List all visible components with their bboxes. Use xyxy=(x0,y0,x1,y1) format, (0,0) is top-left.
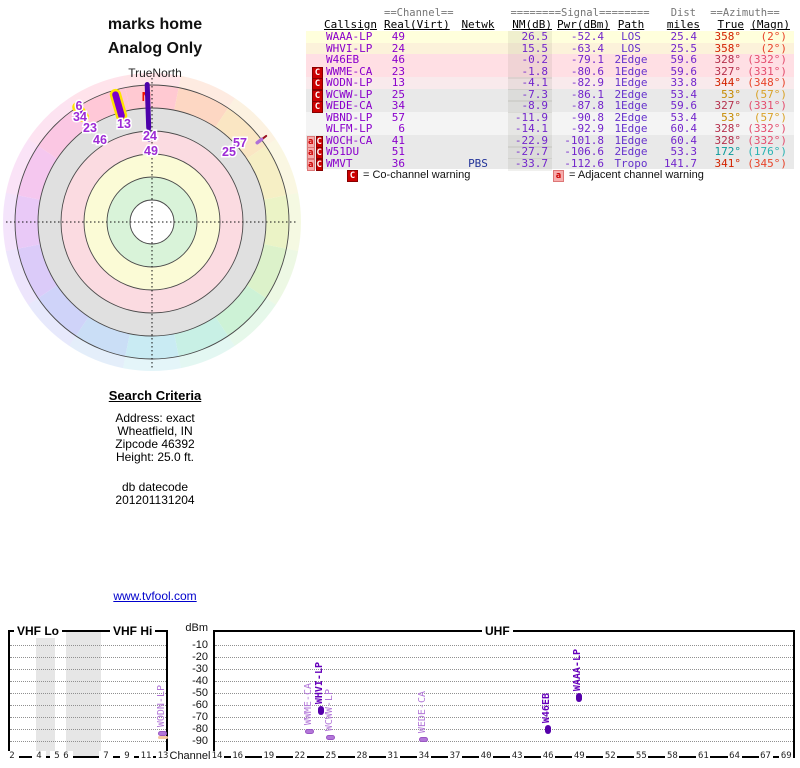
channel-axis-tick: 46 xyxy=(541,751,556,761)
gridline xyxy=(10,705,166,706)
vhf-hi-label: VHF Hi xyxy=(110,624,156,638)
gridline xyxy=(10,741,166,742)
channel-axis-tick: 2 xyxy=(5,751,19,761)
channel-axis-tick: 40 xyxy=(479,751,494,761)
signal-bar xyxy=(545,724,552,734)
dbm-axis-tick: -60 xyxy=(192,699,208,711)
channel-axis-tick: 13 xyxy=(156,751,170,761)
channel-axis-tick: 9 xyxy=(120,751,134,761)
uhf-label: UHF xyxy=(482,624,513,638)
gridline xyxy=(10,657,166,658)
gridline xyxy=(215,717,793,718)
dbm-axis-tick: -40 xyxy=(192,675,208,687)
dbm-axis-tick: -10 xyxy=(192,639,208,651)
dbm-axis-tick: -80 xyxy=(192,723,208,735)
gridline xyxy=(215,705,793,706)
vhf-lo-label: VHF Lo xyxy=(14,624,62,638)
signal-bar xyxy=(325,735,335,741)
gridline xyxy=(10,645,166,646)
channel-axis-tick: 22 xyxy=(292,751,307,761)
signal-bar-label: W46EB xyxy=(541,692,553,723)
uhf-panel xyxy=(213,630,795,758)
channel-axis-tick: 16 xyxy=(230,751,245,761)
gridline xyxy=(10,717,166,718)
gridline xyxy=(10,681,166,682)
channel-axis-tick: 7 xyxy=(99,751,113,761)
signal-bar xyxy=(158,731,167,737)
channel-axis-tick: 25 xyxy=(323,751,338,761)
channel-axis-label: Channel xyxy=(169,750,211,762)
channel-axis-tick: 34 xyxy=(417,751,431,761)
signal-bar xyxy=(305,728,315,734)
dbm-axis-tick: -20 xyxy=(192,651,208,663)
channel-axis-tick: 69 xyxy=(779,751,794,761)
signal-bar-label: WAAA-LP xyxy=(572,648,584,691)
gridline xyxy=(215,657,793,658)
dbm-axis-tick: -90 xyxy=(192,735,208,747)
channel-axis-tick: 61 xyxy=(696,751,711,761)
gridline xyxy=(10,693,166,694)
gridline xyxy=(10,729,166,730)
channel-axis-tick: 6 xyxy=(59,751,73,761)
gridline xyxy=(215,729,793,730)
channel-axis-tick: 49 xyxy=(572,751,587,761)
dbm-axis-tick: -50 xyxy=(192,687,208,699)
signal-bar xyxy=(317,706,324,716)
gridline xyxy=(215,681,793,682)
gridline xyxy=(215,645,793,646)
channel-axis-tick: 64 xyxy=(727,751,742,761)
signal-chart: VHF Lo VHF Hi UHF dBm Channel -10 -20 -30-… xyxy=(0,0,800,768)
channel-axis-tick: 28 xyxy=(354,751,369,761)
channel-axis-tick: 31 xyxy=(385,751,400,761)
dbm-axis-tick: -30 xyxy=(192,663,208,675)
gridline xyxy=(215,693,793,694)
signal-bar xyxy=(419,737,428,743)
channel-axis-tick: 19 xyxy=(261,751,276,761)
channel-axis-tick: 4 xyxy=(32,751,46,761)
gridline xyxy=(215,741,793,742)
channel-axis-tick: 37 xyxy=(448,751,463,761)
vhf-panel xyxy=(8,630,168,758)
dbm-axis-label: dBm xyxy=(185,622,208,634)
channel-axis-tick: 43 xyxy=(510,751,525,761)
channel-axis-tick: 55 xyxy=(634,751,649,761)
signal-bar-label: WODN-LP xyxy=(156,685,167,728)
tvfool-report: N 24491363423465725 marks home Analog On… xyxy=(0,0,800,768)
signal-bar-label: WCWW-LP xyxy=(323,689,335,732)
channel-axis-tick: 58 xyxy=(665,751,680,761)
signal-bar-label: WEDE-CA xyxy=(417,691,428,734)
gridline xyxy=(215,669,793,670)
signal-bar xyxy=(576,692,583,702)
channel-axis-tick: 14 xyxy=(210,751,224,761)
gridline xyxy=(10,669,166,670)
channel-axis-tick: 67 xyxy=(758,751,773,761)
dbm-axis-tick: -70 xyxy=(192,711,208,723)
channel-axis-tick: 11 xyxy=(139,751,153,761)
channel-axis-tick: 52 xyxy=(603,751,618,761)
